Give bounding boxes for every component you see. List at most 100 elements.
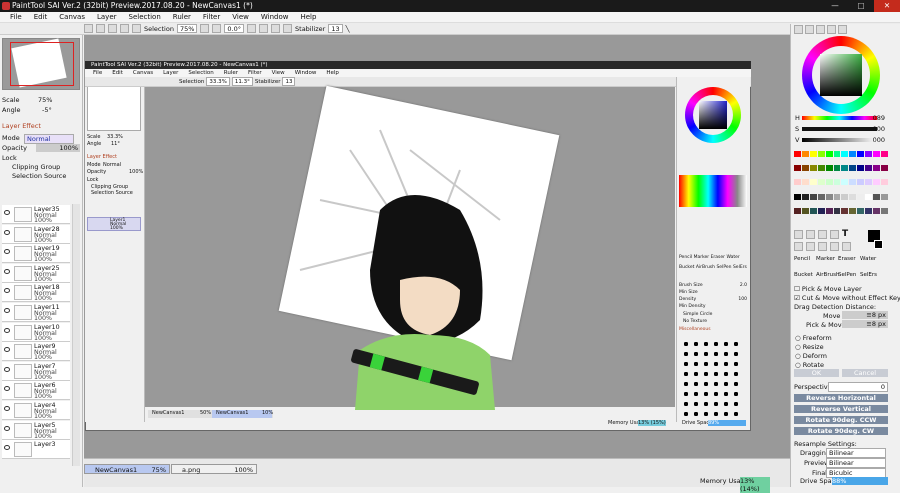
layer-item[interactable]: Layer11 Normal 100%	[2, 303, 70, 322]
color-swatch[interactable]	[825, 193, 833, 200]
layer-item[interactable]: Layer6 Normal 100%	[2, 381, 70, 401]
color-swatch[interactable]	[801, 207, 809, 214]
scratchpad-tab-icon[interactable]	[838, 25, 847, 34]
color-swatch[interactable]	[833, 193, 841, 200]
menu-file[interactable]: File	[4, 12, 28, 22]
shape-tool-icon[interactable]	[830, 230, 839, 239]
color-swatch[interactable]	[857, 193, 865, 200]
color-swatch[interactable]	[865, 193, 873, 200]
color-swatch[interactable]	[794, 165, 801, 172]
color-swatch[interactable]	[817, 165, 825, 172]
color-swatch[interactable]	[809, 207, 817, 214]
menu-ruler[interactable]: Ruler	[167, 12, 197, 22]
visibility-eye-icon[interactable]	[4, 249, 10, 255]
color-swatch[interactable]	[825, 151, 833, 157]
color-swatch[interactable]	[841, 207, 849, 214]
color-swatch[interactable]	[809, 193, 817, 200]
layer-item[interactable]: Layer35 Normal 100%	[2, 205, 70, 224]
hsv-slider-tab-icon[interactable]	[816, 25, 825, 34]
layer-effect-header[interactable]: Layer Effect	[2, 122, 80, 130]
color-swatch[interactable]	[809, 179, 817, 186]
zoom-tool-icon[interactable]	[806, 242, 815, 251]
visibility-eye-icon[interactable]	[4, 386, 10, 392]
menu-edit[interactable]: Edit	[28, 12, 54, 22]
pencil-tool[interactable]: Pencil	[794, 256, 810, 262]
color-swatch[interactable]	[873, 207, 881, 214]
move-distance-slider[interactable]: ≡8 px	[842, 311, 888, 319]
h-value[interactable]: 089	[873, 114, 885, 122]
menu-filter[interactable]: Filter	[197, 12, 226, 22]
color-swatch[interactable]	[809, 165, 817, 172]
color-swatch[interactable]	[881, 179, 888, 186]
rotate-radio[interactable]: ○	[795, 361, 803, 369]
rotate-ccw-button[interactable]: Rotate 90deg. CCW	[794, 416, 888, 424]
color-swatch[interactable]	[833, 165, 841, 172]
color-wheel-tab-icon[interactable]	[794, 25, 803, 34]
color-swatch[interactable]	[801, 179, 809, 186]
visibility-eye-icon[interactable]	[4, 425, 10, 431]
airbrush-tool[interactable]: AirBrush	[816, 272, 839, 278]
color-swatch[interactable]	[873, 179, 881, 186]
resize-radio[interactable]: ○	[795, 343, 803, 351]
color-swatch[interactable]	[873, 151, 881, 157]
color-swatch[interactable]	[841, 165, 849, 172]
color-swatch[interactable]	[881, 193, 888, 200]
color-swatch[interactable]	[794, 151, 801, 157]
lasso-tool-icon[interactable]	[806, 230, 815, 239]
pick-move-distance-slider[interactable]: ≡8 px	[842, 320, 888, 328]
color-swatch[interactable]	[801, 151, 809, 157]
visibility-eye-icon[interactable]	[4, 347, 10, 353]
minimize-button[interactable]: —	[822, 0, 848, 12]
color-swatch[interactable]	[841, 151, 849, 157]
h-slider[interactable]	[802, 116, 877, 120]
menu-window[interactable]: Window	[255, 12, 295, 22]
color-swatches[interactable]	[794, 151, 888, 221]
color-swatch[interactable]	[825, 165, 833, 172]
color-swatch[interactable]	[881, 165, 888, 172]
color-swatch[interactable]	[865, 151, 873, 157]
color-swatch[interactable]	[825, 207, 833, 214]
color-swatch[interactable]	[857, 151, 865, 157]
mode-select[interactable]: Normal	[24, 134, 74, 144]
zoom-out-icon[interactable]	[212, 24, 222, 33]
color-swatch[interactable]	[865, 207, 873, 214]
color-swatch[interactable]	[841, 193, 849, 200]
visibility-eye-icon[interactable]	[4, 445, 10, 451]
bucket-tool[interactable]: Bucket	[794, 272, 813, 278]
undo-icon[interactable]	[84, 24, 93, 33]
layer-item[interactable]: Layer9 Normal 100%	[2, 342, 70, 362]
navigator-viewport[interactable]	[10, 42, 74, 86]
visibility-eye-icon[interactable]	[4, 366, 10, 372]
rotate-cw-button[interactable]: Rotate 90deg. CW	[794, 427, 888, 435]
menu-layer[interactable]: Layer	[91, 12, 123, 22]
color-swatch[interactable]	[833, 207, 841, 214]
menu-selection[interactable]: Selection	[123, 12, 167, 22]
color-swatch[interactable]	[809, 151, 817, 157]
color-swatch[interactable]	[817, 151, 825, 157]
selers-tool[interactable]: SelErs	[860, 272, 877, 278]
text-tool-icon[interactable]: T	[842, 229, 848, 239]
angle-field[interactable]: 0.0°	[224, 24, 245, 33]
ok-button[interactable]: OK	[794, 369, 839, 377]
line-tool-icon[interactable]: ╲	[346, 25, 350, 33]
selection-toggle-icon[interactable]	[132, 24, 141, 33]
opacity-slider[interactable]: 100%	[36, 144, 80, 152]
color-swatch[interactable]	[801, 165, 809, 172]
layer-item[interactable]: Layer19 Normal 100%	[2, 244, 70, 264]
clipping-group-checkbox[interactable]: Clipping Group	[2, 163, 80, 171]
color-swatch[interactable]	[833, 151, 841, 157]
color-swatch[interactable]	[873, 193, 881, 200]
pick-move-layer-checkbox[interactable]: ☐	[794, 285, 802, 293]
v-value[interactable]: 000	[873, 136, 885, 144]
marker-tool[interactable]: Marker	[816, 256, 835, 262]
visibility-eye-icon[interactable]	[4, 327, 10, 333]
layer-list-scrollbar[interactable]	[72, 204, 80, 466]
maximize-button[interactable]: □	[848, 0, 874, 12]
layer-item[interactable]: Layer25 Normal 100%	[2, 263, 70, 283]
color-swatch[interactable]	[865, 165, 873, 172]
rotate-tool-icon[interactable]	[818, 242, 827, 251]
layer-item[interactable]: Layer28 Normal 100%	[2, 224, 70, 244]
rgb-slider-tab-icon[interactable]	[805, 25, 814, 34]
color-swatch[interactable]	[881, 207, 888, 214]
color-swatch[interactable]	[873, 165, 881, 172]
